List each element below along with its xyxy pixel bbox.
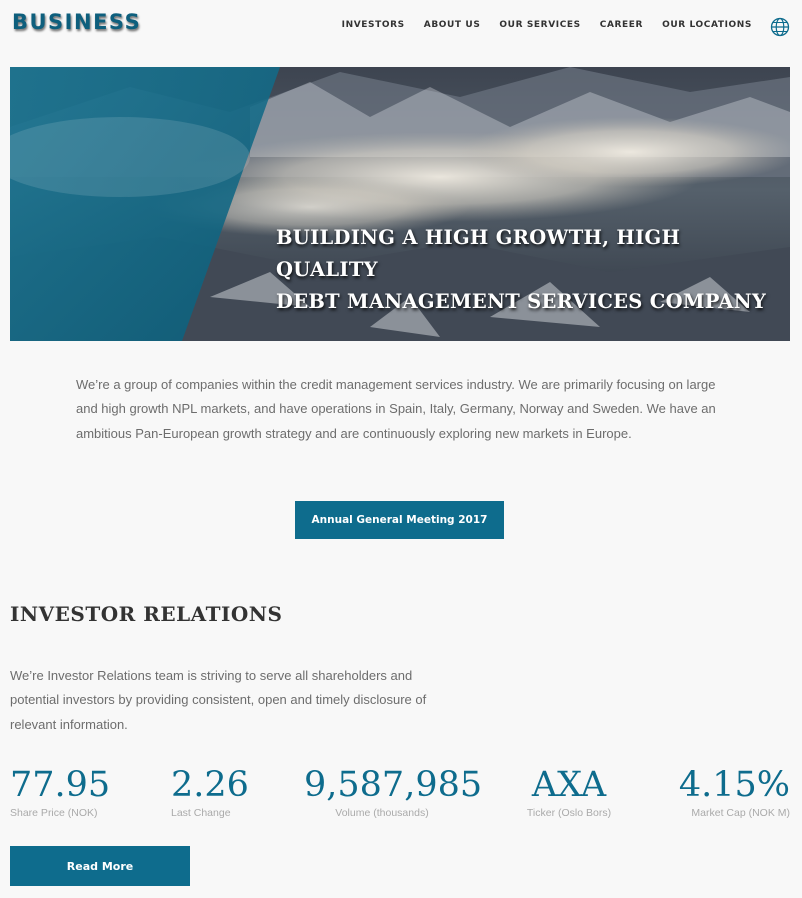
hero-headline-line1: BUILDING A HIGH GROWTH, HIGH QUALITY (276, 226, 681, 281)
stat-volume: 9,587,985 Volume (thousands) (304, 765, 483, 819)
hero-banner: BUILDING A HIGH GROWTH, HIGH QUALITY DEB… (10, 67, 790, 341)
stat-last-change: 2.26 Last Change (171, 765, 249, 819)
investor-relations-paragraph: We’re Investor Relations team is strivin… (10, 668, 427, 732)
stat-value: AXA (531, 765, 607, 805)
read-more-button[interactable]: Read More (10, 846, 190, 886)
stat-label: Last Change (171, 807, 231, 819)
stat-value: 4.15% (678, 765, 790, 805)
stat-value: 2.26 (171, 765, 249, 805)
stat-value: 77.95 (10, 765, 111, 805)
nav-investors[interactable]: INVESTORS (342, 20, 405, 30)
hero-headline: BUILDING A HIGH GROWTH, HIGH QUALITY DEB… (276, 222, 776, 318)
site-logo[interactable]: BUSINESS (12, 10, 141, 34)
investor-relations-heading: INVESTOR RELATIONS (10, 602, 283, 626)
stat-share-price: 77.95 Share Price (NOK) (10, 765, 110, 819)
nav-career[interactable]: CAREER (600, 20, 643, 30)
hero-headline-line2: DEBT MANAGEMENT SERVICES COMPANY (276, 290, 767, 313)
stat-label: Share Price (NOK) (10, 807, 98, 819)
stat-label: Market Cap (NOK M) (691, 807, 790, 819)
site-header: BUSINESS INVESTORS ABOUT US OUR SERVICES… (0, 0, 802, 56)
intro-paragraph: We’re a group of companies within the cr… (76, 377, 716, 441)
stat-label: Volume (thousands) (335, 807, 429, 819)
nav-our-services[interactable]: OUR SERVICES (499, 20, 580, 30)
globe-icon[interactable] (770, 17, 790, 37)
nav-about-us[interactable]: ABOUT US (424, 20, 481, 30)
stat-label: Ticker (Oslo Bors) (526, 807, 612, 819)
stat-value: 9,587,985 (304, 765, 483, 805)
stat-ticker: AXA Ticker (Oslo Bors) (516, 765, 622, 819)
nav-our-locations[interactable]: OUR LOCATIONS (662, 20, 752, 30)
annual-general-meeting-button[interactable]: Annual General Meeting 2017 (295, 501, 504, 539)
stat-market-cap: 4.15% Market Cap (NOK M) (679, 765, 790, 819)
main-nav: INVESTORS ABOUT US OUR SERVICES CAREER O… (342, 20, 752, 30)
